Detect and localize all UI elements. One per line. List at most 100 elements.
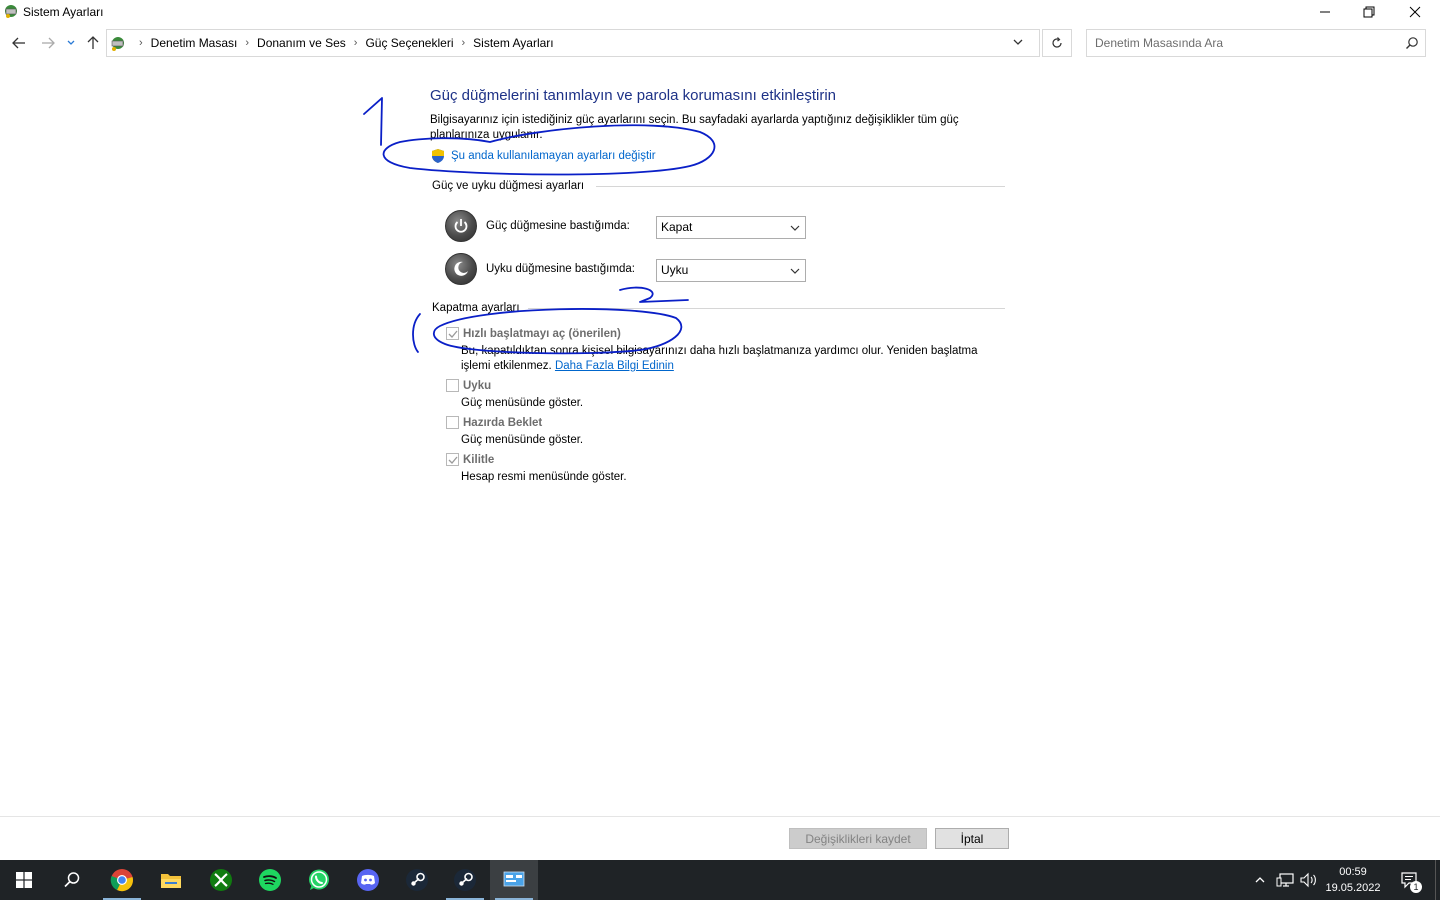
taskbar-chrome[interactable] — [98, 860, 146, 900]
main-content: Güç düğmelerini tanımlayın ve parola kor… — [0, 60, 1440, 816]
steam-icon — [406, 869, 428, 891]
taskbar-spotify[interactable] — [246, 860, 294, 900]
show-desktop-button[interactable] — [1435, 860, 1440, 900]
hibernate-option-label: Hazırda Beklet — [463, 416, 543, 429]
chevron-down-icon — [790, 268, 800, 274]
breadcrumb-system-settings[interactable]: Sistem Ayarları — [473, 36, 553, 50]
restore-button[interactable] — [1346, 0, 1392, 24]
lock-option-label: Kilitle — [463, 453, 495, 466]
taskbar-xbox[interactable] — [197, 860, 245, 900]
arrow-left-icon — [12, 37, 25, 49]
section-divider — [528, 308, 1005, 309]
taskbar-search-button[interactable] — [48, 860, 96, 900]
lock-checkbox[interactable] — [446, 453, 459, 466]
control-panel-icon — [5, 5, 17, 18]
arrow-up-icon — [87, 36, 99, 49]
cancel-button[interactable]: İptal — [935, 828, 1009, 849]
search-icon[interactable] — [1405, 36, 1419, 50]
taskbar-file-explorer[interactable] — [147, 860, 195, 900]
breadcrumb: › Denetim Masası › Donanım ve Ses › Güç … — [131, 36, 554, 50]
close-icon — [1409, 6, 1421, 18]
chevron-down-icon — [790, 225, 800, 231]
checkmark-icon — [448, 330, 458, 338]
window-title: Sistem Ayarları — [23, 5, 104, 19]
breadcrumb-hardware-sound[interactable]: Donanım ve Ses — [257, 36, 346, 50]
sleep-button-icon — [445, 253, 477, 285]
sleep-button-action-value: Uyku — [661, 263, 689, 277]
whatsapp-icon — [309, 869, 329, 890]
breadcrumb-separator-icon[interactable]: › — [354, 37, 358, 49]
arrow-right-icon — [42, 37, 55, 49]
learn-more-link[interactable]: Daha Fazla Bilgi Edinin — [555, 360, 674, 372]
address-bar[interactable]: › Denetim Masası › Donanım ve Ses › Güç … — [106, 29, 1040, 57]
address-history-button[interactable] — [1012, 36, 1032, 52]
power-sleep-section-header: Güç ve uyku düğmesi ayarları — [432, 180, 585, 192]
sleep-option-description: Güç menüsünde göster. — [461, 397, 584, 409]
uac-shield-icon — [432, 149, 444, 163]
forward-button[interactable] — [40, 35, 56, 51]
minimize-icon — [1320, 11, 1330, 13]
hibernate-option-description: Güç menüsünde göster. — [461, 434, 584, 446]
start-button[interactable] — [0, 860, 48, 900]
restore-icon — [1363, 6, 1375, 18]
steam-icon — [454, 869, 476, 891]
change-unavailable-settings-label[interactable]: Şu anda kullanılamayan ayarları değiştir — [451, 150, 656, 162]
chevron-up-icon — [1255, 877, 1265, 883]
hibernate-checkbox[interactable] — [446, 416, 459, 429]
breadcrumb-separator-icon[interactable]: › — [245, 37, 249, 49]
refresh-button[interactable] — [1042, 29, 1072, 57]
clock-date: 19.05.2022 — [1325, 882, 1381, 894]
title-bar: Sistem Ayarları — [0, 0, 1440, 24]
power-button-action-select[interactable]: Kapat — [656, 216, 806, 239]
close-button[interactable] — [1392, 0, 1438, 24]
back-button[interactable] — [11, 35, 27, 51]
taskbar-control-panel[interactable] — [490, 860, 538, 900]
chevron-down-icon — [67, 40, 75, 45]
sleep-button-action-select[interactable]: Uyku — [656, 259, 806, 282]
breadcrumb-control-panel[interactable]: Denetim Masası — [151, 36, 238, 50]
minimize-button[interactable] — [1302, 0, 1348, 24]
footer-divider — [0, 816, 1440, 817]
fast-startup-desc-line2-wrap: işlemi etkilenmez. Daha Fazla Bilgi Edin… — [461, 359, 978, 374]
sleep-checkbox[interactable] — [446, 379, 459, 392]
lock-option-description: Hesap resmi menüsünde göster. — [461, 471, 627, 483]
sleep-button-label: Uyku düğmesine bastığımda: — [486, 263, 635, 275]
fast-startup-checkbox-row[interactable]: Hızlı başlatmayı aç (önerilen) — [446, 327, 621, 340]
up-button[interactable] — [85, 35, 101, 51]
power-button-action-value: Kapat — [661, 220, 693, 234]
fast-startup-desc-line1: Bu, kapatıldıktan sonra kişisel bilgisay… — [461, 345, 978, 357]
chevron-down-icon — [1013, 39, 1023, 45]
volume-tray-button[interactable] — [1298, 860, 1320, 900]
action-center-button[interactable]: 1 — [1396, 860, 1422, 900]
network-tray-button[interactable] — [1274, 860, 1296, 900]
taskbar-steam-2[interactable] — [441, 860, 489, 900]
speaker-icon — [1300, 872, 1316, 888]
clock-time: 00:59 — [1339, 866, 1367, 878]
taskbar-discord[interactable] — [344, 860, 392, 900]
taskbar-steam[interactable] — [393, 860, 441, 900]
windows-logo-icon — [16, 872, 32, 888]
breadcrumb-power-options[interactable]: Güç Seçenekleri — [365, 36, 453, 50]
recent-locations-button[interactable] — [65, 35, 77, 51]
refresh-icon — [1052, 37, 1062, 48]
search-icon — [64, 872, 80, 888]
taskbar-whatsapp[interactable] — [295, 860, 343, 900]
search-input[interactable] — [1087, 30, 1387, 56]
fast-startup-checkbox[interactable] — [446, 327, 459, 340]
sleep-button-icon-wrap — [445, 253, 477, 285]
shutdown-section-header: Kapatma ayarları — [432, 302, 520, 314]
change-unavailable-settings-link[interactable]: Şu anda kullanılamayan ayarları değiştir — [430, 148, 656, 164]
search-box[interactable] — [1086, 29, 1426, 57]
hibernate-checkbox-row[interactable]: Hazırda Beklet — [446, 416, 542, 429]
fast-startup-label: Hızlı başlatmayı aç (önerilen) — [463, 327, 621, 340]
show-hidden-icons-button[interactable] — [1250, 860, 1270, 900]
breadcrumb-separator-icon[interactable]: › — [461, 37, 465, 49]
lock-checkbox-row[interactable]: Kilitle — [446, 453, 494, 466]
breadcrumb-separator-icon[interactable]: › — [139, 37, 143, 49]
control-panel-icon — [111, 37, 124, 51]
checkmark-icon — [448, 456, 458, 464]
taskbar-clock[interactable]: 00:59 19.05.2022 — [1318, 864, 1388, 896]
sleep-checkbox-row[interactable]: Uyku — [446, 379, 491, 392]
save-changes-button[interactable]: Değişiklikleri kaydet — [789, 828, 927, 849]
spotify-icon — [259, 869, 281, 891]
